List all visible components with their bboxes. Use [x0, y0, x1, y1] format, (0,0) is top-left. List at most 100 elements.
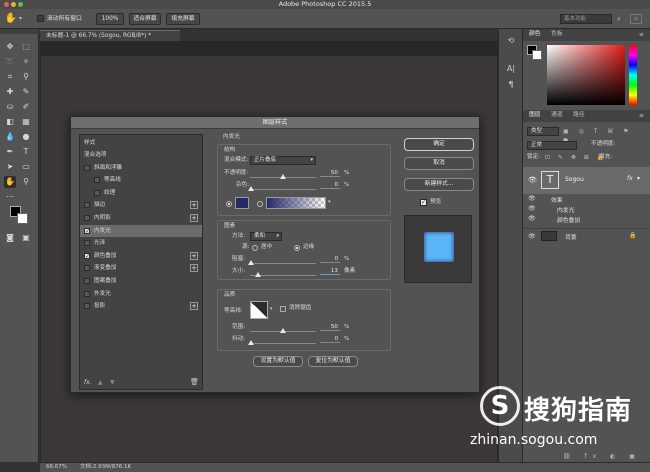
inner-glow-eye-icon[interactable]: 👁 [528, 205, 536, 212]
choke-input[interactable]: 0 [320, 255, 340, 263]
styles-header[interactable]: 样式 [80, 137, 202, 149]
pen-tool-icon[interactable]: ✒ [4, 146, 16, 158]
move-up-icon[interactable]: ▲ [98, 379, 103, 386]
effect-color-overlay[interactable]: 颜色叠加 [557, 215, 580, 224]
layer-kind-filter[interactable]: 类型 [527, 127, 559, 136]
visibility-eye-icon[interactable]: 👁 [528, 176, 537, 184]
style-item[interactable]: 描边 + [80, 199, 202, 211]
noise-input[interactable]: 0 [320, 181, 340, 189]
source-edge-radio[interactable] [294, 245, 300, 251]
jitter-slider-knob[interactable] [248, 340, 254, 345]
panel-menu-icon[interactable]: ≡ [639, 30, 644, 40]
color-panel-background-swatch[interactable] [532, 50, 542, 60]
reset-default-button[interactable]: 复位为默认值 [308, 356, 358, 367]
style-item-checkbox[interactable] [84, 164, 90, 171]
zoom-tool-icon[interactable]: ⚲ [20, 176, 32, 188]
style-item-checkbox[interactable] [84, 226, 90, 238]
hue-slider[interactable] [629, 45, 637, 105]
tab-swatches[interactable]: 色板 [551, 29, 563, 39]
paragraph-panel-icon[interactable]: ¶ [505, 79, 517, 91]
choke-slider-track[interactable] [250, 263, 316, 264]
gradient-radio[interactable] [257, 201, 263, 207]
style-item-checkbox[interactable] [84, 290, 90, 297]
minimize-window-button[interactable] [11, 2, 16, 7]
glow-gradient-swatch[interactable] [266, 197, 326, 209]
toolbar-grip[interactable] [0, 29, 39, 34]
preview-checkbox[interactable]: ✓ [420, 199, 427, 206]
arrange-panels-icon[interactable]: ▭ [630, 14, 642, 24]
effects-eye-icon[interactable]: 👁 [528, 195, 536, 202]
marquee-tool-icon[interactable]: ⬚ [20, 41, 32, 53]
color-field[interactable] [547, 45, 625, 105]
hand-tool-preset-icon[interactable]: ✋ [4, 12, 18, 26]
tab-paths[interactable]: 路径 [573, 110, 585, 120]
brush-tool-icon[interactable]: ✎ [20, 86, 32, 98]
dodge-tool-icon[interactable]: ● [20, 131, 32, 143]
style-item[interactable]: 渐变叠加 + [80, 262, 202, 274]
range-input[interactable]: 50 [320, 323, 340, 331]
layers-panel-menu-icon[interactable]: ≡ [639, 111, 644, 121]
antialias-checkbox[interactable] [280, 306, 286, 312]
history-panel-icon[interactable]: ⟲ [505, 35, 517, 47]
style-item[interactable]: 等高线 [80, 174, 202, 186]
status-zoom[interactable]: 66.67% [46, 463, 67, 472]
style-item[interactable]: 内发光 [80, 224, 202, 238]
move-tool-icon[interactable]: ✥ [4, 41, 16, 53]
new-style-button[interactable]: 新建样式... [404, 178, 474, 191]
tab-color[interactable]: 颜色 [529, 29, 541, 39]
path-selection-tool-icon[interactable]: ➤ [4, 161, 16, 173]
layer-blend-mode-dropdown[interactable]: 正常 [527, 141, 577, 150]
layer-name[interactable]: Sogou [565, 176, 584, 183]
gradient-dropdown-arrow-icon[interactable]: ▾ [328, 199, 331, 205]
close-window-button[interactable] [4, 2, 9, 7]
effect-inner-glow[interactable]: 内发光 [557, 205, 574, 214]
style-item-checkbox[interactable] [84, 251, 90, 263]
style-item-checkbox[interactable] [94, 189, 100, 196]
blend-mode-dropdown[interactable]: 正片叠底 ▾ [250, 156, 316, 165]
healing-brush-tool-icon[interactable]: ✚ [4, 86, 16, 98]
color-overlay-eye-icon[interactable]: 👁 [528, 215, 536, 222]
style-item[interactable]: 颜色叠加 + [80, 250, 202, 263]
document-tab[interactable]: 未标题-1 @ 66.7% (Sogou, RGB/8*) * [40, 30, 180, 41]
screen-mode-icon[interactable]: ▣ [20, 232, 32, 244]
eraser-tool-icon[interactable]: ◧ [4, 116, 16, 128]
opacity-slider-knob[interactable] [280, 174, 286, 179]
eyedropper-tool-icon[interactable]: ⚲ [20, 71, 32, 83]
opacity-input[interactable]: 50 [320, 169, 340, 177]
rectangle-tool-icon[interactable]: ▭ [20, 161, 32, 173]
style-item[interactable]: 斜面和浮雕 [80, 162, 202, 174]
contour-dropdown-arrow-icon[interactable]: ▾ [270, 306, 273, 312]
style-item[interactable]: 光泽 [80, 237, 202, 249]
style-item-checkbox[interactable] [84, 303, 90, 310]
choke-slider-knob[interactable] [248, 260, 254, 265]
delete-effect-icon[interactable]: 🗑 [190, 378, 199, 386]
search-icon[interactable]: ⌕ [617, 15, 625, 23]
fit-screen-button[interactable]: 适合屏幕 [129, 13, 161, 25]
size-input[interactable]: 13 [320, 267, 340, 275]
noise-slider-knob[interactable] [248, 186, 254, 191]
scroll-all-windows-checkbox[interactable] [37, 15, 44, 22]
gradient-tool-icon[interactable]: ▦ [20, 116, 32, 128]
tab-layers[interactable]: 图层 [529, 110, 541, 120]
add-effect-icon[interactable]: + [190, 302, 198, 311]
source-center-radio[interactable] [252, 245, 258, 251]
set-default-button[interactable]: 设置为默认值 [253, 356, 303, 367]
style-item-checkbox[interactable] [84, 202, 90, 209]
style-item[interactable]: 投影 + [80, 300, 202, 312]
layer-fx-icon[interactable]: fx [627, 175, 633, 182]
style-item-checkbox[interactable] [84, 215, 90, 221]
type-tool-icon[interactable]: T [20, 146, 32, 158]
fx-menu-button[interactable]: fx. [84, 379, 92, 386]
crop-tool-icon[interactable]: ⌗ [4, 71, 16, 83]
add-effect-icon[interactable]: + [190, 264, 198, 273]
layer-row-sogou[interactable]: 👁 T Sogou fx ▾ [523, 167, 650, 194]
jitter-slider-track[interactable] [250, 343, 316, 344]
more-tools-icon[interactable]: ⋯ [4, 191, 16, 203]
solid-color-radio[interactable] [226, 201, 232, 207]
expand-effects-icon[interactable]: ▾ [637, 175, 640, 182]
style-item[interactable]: 混合选项 [80, 149, 202, 161]
ok-button[interactable]: 确定 [404, 138, 474, 151]
range-slider-knob[interactable] [280, 328, 286, 333]
blur-tool-icon[interactable]: 💧 [4, 131, 16, 143]
lock-icons[interactable]: ⊡ ✎ ✥ ⊞ 🔒 [545, 153, 607, 162]
